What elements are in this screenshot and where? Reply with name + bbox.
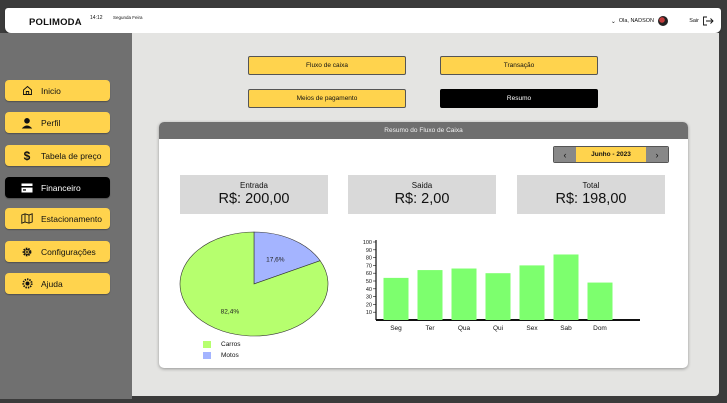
cash-flow-summary-card: Resumo do Fluxo de Caixa ‹ Junho - 2023 …: [159, 122, 688, 368]
sidebar-item-label: Ajuda: [41, 278, 63, 289]
bar-qui: [485, 273, 511, 320]
bar-seg: [383, 277, 409, 320]
tab-meios-de-pagamento[interactable]: Meios de pagamento: [248, 89, 406, 108]
home-icon: [21, 85, 33, 97]
clock-time: 14:12: [90, 15, 103, 21]
stat-total: Total R$: 198,00: [517, 175, 665, 214]
pie-label-motos: 17,6%: [266, 257, 285, 264]
next-month-button[interactable]: ›: [646, 147, 668, 162]
chevron-right-icon: ›: [655, 149, 659, 160]
vehicle-pie-chart: 17,6% 82,4%: [179, 231, 329, 337]
sidebar-item-label: Tabela de preço: [41, 150, 102, 161]
help-icon: [21, 278, 33, 290]
sidebar-item-tabela-de-preco[interactable]: $ Tabela de preço: [5, 145, 110, 166]
bar-sex: [519, 265, 545, 320]
top-bar: POLIMODA 14:12 Segunda Feira ⌄ Ola, NADS…: [5, 8, 721, 33]
weekday-label: Segunda Feira: [113, 15, 143, 20]
y-tick-label: 100: [363, 240, 372, 246]
logout-button[interactable]: Sair: [689, 16, 714, 26]
brand-logo: POLIMODA: [29, 17, 82, 28]
bar-qua: [451, 268, 477, 320]
sidebar-item-ajuda[interactable]: Ajuda: [5, 273, 110, 294]
legend-item-carros: Carros: [203, 339, 241, 350]
sidebar-item-estacionamento[interactable]: Estacionamento: [5, 208, 110, 229]
stat-entrada: Entrada R$: 200,00: [180, 175, 328, 214]
legend-swatch-motos: [203, 352, 211, 359]
logout-label: Sair: [689, 18, 699, 24]
tab-transacao[interactable]: Transação: [440, 56, 598, 75]
y-tick-label: 40: [366, 287, 372, 293]
stat-label: Entrada: [239, 181, 269, 190]
avatar: [658, 16, 668, 26]
y-tick-label: 70: [366, 263, 372, 269]
y-tick-label: 30: [366, 295, 372, 301]
wallet-icon: [21, 182, 33, 194]
x-tick-label: Qua: [458, 325, 471, 332]
sidebar-item-label: Estacionamento: [41, 213, 102, 224]
pie-legend: Carros Motos: [203, 339, 241, 361]
sidebar-item-financeiro[interactable]: Financeiro: [5, 177, 110, 198]
user-menu[interactable]: ⌄ Ola, NADSON: [611, 16, 668, 26]
user-greeting: Ola, NADSON: [618, 18, 654, 24]
sidebar-item-inicio[interactable]: Inicio: [5, 80, 110, 101]
stat-value: R$: 200,00: [218, 191, 290, 207]
sidebar-item-perfil[interactable]: Perfil: [5, 112, 110, 133]
legend-swatch-carros: [203, 341, 211, 348]
chevron-left-icon: ‹: [563, 149, 567, 160]
prev-month-button[interactable]: ‹: [554, 147, 576, 162]
y-tick-label: 10: [366, 310, 372, 316]
month-label: Junho - 2023: [576, 147, 646, 162]
sidebar-item-configuracoes[interactable]: Configurações: [5, 241, 110, 262]
legend-label: Motos: [221, 352, 239, 359]
card-title: Resumo do Fluxo de Caixa: [159, 122, 688, 139]
user-icon: [21, 117, 33, 129]
y-tick-label: 50: [366, 279, 372, 285]
weekday-bar-chart: 102030405060708090100Seg Ter Qua Qui Sex Sab D…: [363, 240, 640, 332]
y-tick-label: 90: [366, 248, 372, 254]
pie-label-carros: 82,4%: [221, 308, 240, 315]
y-tick-label: 60: [366, 271, 372, 277]
sidebar: Inicio Perfil $ Tabela de preço Financei…: [0, 33, 132, 399]
stat-value: R$: 198,00: [555, 191, 627, 207]
sidebar-item-label: Inicio: [41, 85, 61, 96]
x-tick-label: Dom: [593, 325, 607, 332]
stat-label: Total: [582, 181, 600, 190]
bar-sab: [553, 254, 579, 320]
bar-dom: [587, 282, 613, 320]
tab-resumo[interactable]: Resumo: [440, 89, 598, 108]
stat-label: Saida: [411, 181, 433, 190]
stat-value: R$: 2,00: [394, 191, 450, 207]
dollar-icon: $: [23, 148, 31, 163]
legend-item-motos: Motos: [203, 350, 241, 361]
y-tick-label: 20: [366, 302, 372, 308]
x-tick-label: Seg: [390, 325, 402, 332]
x-tick-label: Qui: [493, 325, 503, 332]
month-selector: ‹ Junho - 2023 ›: [553, 146, 669, 163]
sidebar-item-label: Financeiro: [41, 182, 81, 193]
x-tick-label: Sex: [526, 325, 538, 332]
x-tick-label: Ter: [425, 325, 435, 332]
sidebar-item-label: Perfil: [41, 117, 61, 128]
bar-ter: [417, 270, 443, 320]
logout-icon: [703, 16, 714, 26]
stat-saida: Saida R$: 2,00: [348, 175, 496, 214]
legend-label: Carros: [221, 341, 241, 348]
map-icon: [21, 213, 33, 225]
gear-icon: [21, 246, 33, 258]
sidebar-item-label: Configurações: [41, 246, 96, 257]
y-tick-label: 80: [366, 256, 372, 262]
x-tick-label: Sab: [560, 325, 572, 332]
tab-fluxo-de-caixa[interactable]: Fluxo de caixa: [248, 56, 406, 75]
chevron-down-icon: ⌄: [610, 18, 616, 25]
